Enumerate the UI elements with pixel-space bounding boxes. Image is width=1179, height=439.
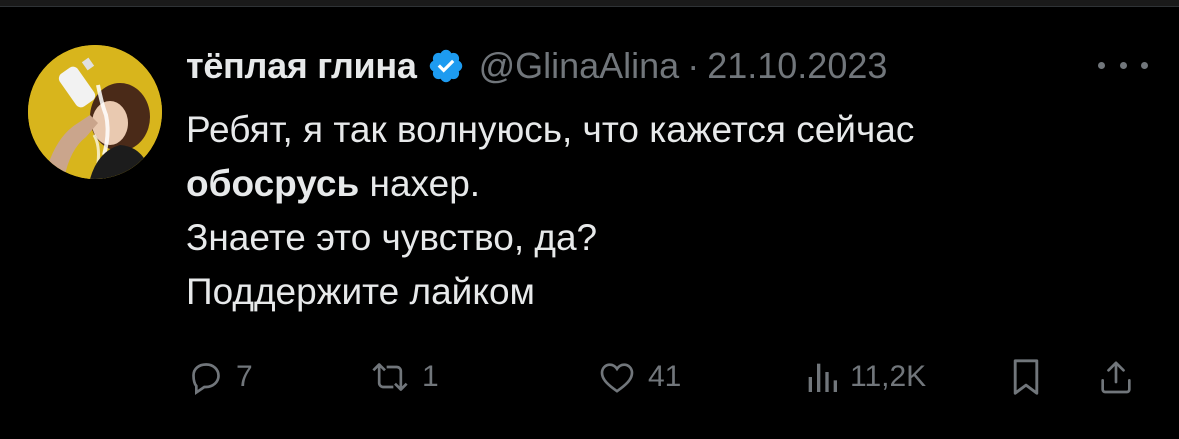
more-dot: [1098, 61, 1105, 69]
more-dots-icon[interactable]: [1098, 50, 1148, 80]
user-handle[interactable]: @GlinaAlina: [479, 45, 680, 87]
like-button[interactable]: 41: [596, 352, 681, 402]
more-dot: [1141, 61, 1148, 69]
share-button[interactable]: [1096, 352, 1136, 402]
views-chart-icon: [808, 363, 837, 392]
reply-count: 7: [236, 360, 253, 393]
top-divider: [0, 0, 1179, 7]
avatar[interactable]: [28, 45, 162, 179]
share-icon: [1101, 361, 1131, 394]
like-count: 41: [648, 360, 682, 393]
heart-icon: [600, 363, 634, 393]
display-name[interactable]: тёплая глина: [186, 45, 417, 87]
retweet-count: 1: [422, 360, 439, 393]
reply-button[interactable]: 7: [186, 352, 253, 402]
tweet-text-line: Ребят, я так волнуюсь, что кажется сейча…: [186, 109, 915, 150]
separator-dot: ·: [687, 45, 700, 86]
tweet-text-line: обосрусь нахер.: [186, 163, 481, 204]
bookmark-icon: [1013, 359, 1039, 395]
avatar-image: [28, 45, 162, 179]
retweet-icon: [372, 363, 408, 391]
views-button[interactable]: 11,2K: [804, 352, 926, 402]
tweet-text-bold: обосрусь: [186, 163, 360, 204]
bookmark-button[interactable]: [1008, 352, 1044, 402]
verified-badge-icon: [429, 49, 462, 83]
tweet-text: Ребят, я так волнуюсь, что кажется сейча…: [186, 103, 1146, 319]
views-count: 11,2K: [850, 360, 927, 393]
tweet-actions: 7 1 41 11,2K: [186, 352, 1146, 402]
retweet-button[interactable]: 1: [368, 352, 439, 402]
tweet-text-line: Поддержите лайком: [186, 271, 535, 312]
tweet-date[interactable]: 21.10.2023: [707, 45, 887, 87]
reply-icon: [192, 363, 220, 396]
tweet-header: тёплая глина @GlinaAlina · 21.10.2023: [186, 40, 887, 92]
tweet-text-line: Знаете это чувство, да?: [186, 217, 598, 258]
more-dot: [1119, 61, 1127, 69]
